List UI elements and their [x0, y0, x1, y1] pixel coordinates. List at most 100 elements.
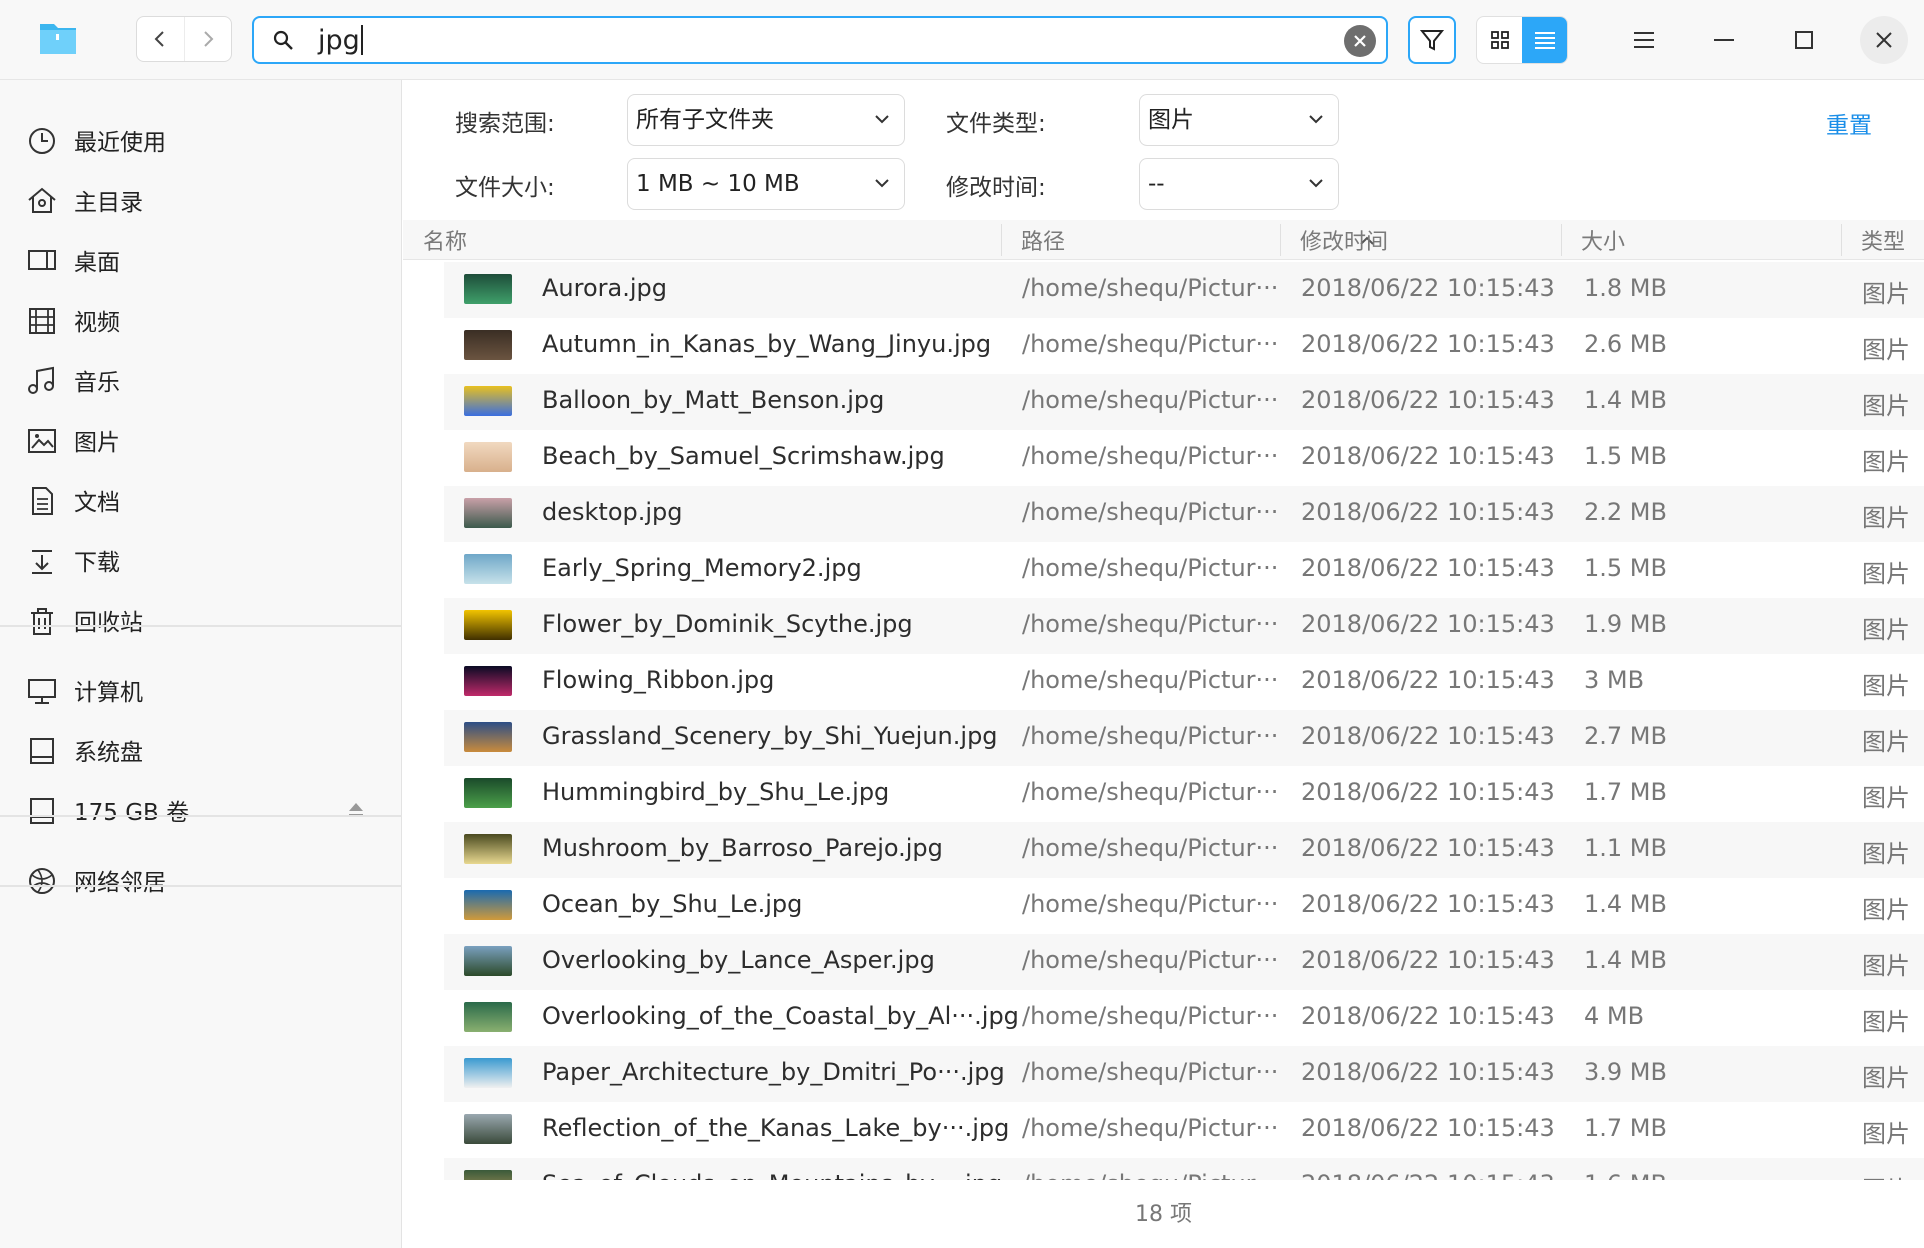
sidebar-item-music[interactable]: 音乐 — [0, 352, 402, 408]
home-icon — [28, 187, 56, 213]
image-thumbnail — [464, 498, 512, 528]
column-header-name[interactable]: 名称 — [423, 224, 467, 256]
minimize-button[interactable] — [1700, 16, 1748, 64]
table-row[interactable]: desktop.jpg/home/shequ/Pictur··· 2018/06/… — [444, 486, 1924, 542]
maximize-button[interactable] — [1780, 16, 1828, 64]
sidebar-item-network[interactable]: 网络邻居 — [0, 852, 402, 908]
network-icon — [29, 868, 55, 894]
column-header-path[interactable]: 路径 — [1021, 224, 1065, 256]
back-button[interactable] — [137, 17, 184, 61]
sidebar-item-computer[interactable]: 计算机 — [0, 662, 402, 718]
table-row[interactable]: Flower_by_Dominik_Scythe.jpg/home/shequ/… — [444, 598, 1924, 654]
table-row[interactable]: Overlooking_by_Lance_Asper.jpg/home/sheq… — [444, 934, 1924, 990]
table-row[interactable]: Ocean_by_Shu_Le.jpg/home/shequ/Pictur···… — [444, 878, 1924, 934]
sidebar-item-label: 下载 — [74, 550, 120, 576]
column-divider[interactable] — [1280, 224, 1281, 256]
sidebar-item-videos[interactable]: 视频 — [0, 292, 402, 348]
chevron-down-icon — [1309, 115, 1323, 124]
search-input[interactable]: jpg — [318, 25, 363, 56]
sidebar-item-label: 音乐 — [74, 370, 120, 396]
table-row[interactable]: Flowing_Ribbon.jpg/home/shequ/Pictur··· 2… — [444, 654, 1924, 710]
table-row[interactable]: Early_Spring_Memory2.jpg/home/shequ/Pict… — [444, 542, 1924, 598]
sidebar-item-home[interactable]: 主目录 — [0, 172, 402, 228]
main-menu-button[interactable] — [1620, 16, 1668, 64]
minimize-icon — [1714, 39, 1734, 41]
table-row[interactable]: Autumn_in_Kanas_by_Wang_Jinyu.jpg/home/s… — [444, 318, 1924, 374]
file-path-cell: /home/shequ/Pictur··· — [1022, 666, 1279, 694]
file-path-cell: /home/shequ/Pictur··· — [1022, 1170, 1278, 1180]
column-header-size[interactable]: 大小 — [1581, 224, 1625, 256]
table-row[interactable]: Sea_of_Clouds_on_Mountains_by···.jpg/hom… — [444, 1158, 1924, 1180]
image-thumbnail — [464, 722, 512, 752]
file-name-cell: Overlooking_by_Lance_Asper.jpg — [542, 946, 935, 974]
file-path-cell: /home/shequ/Pictur··· — [1022, 330, 1279, 358]
table-row[interactable]: Overlooking_of_the_Coastal_by_Al···.jpg /… — [444, 990, 1924, 1046]
search-box[interactable]: jpg — [252, 16, 1388, 64]
column-header-type[interactable]: 类型 — [1861, 224, 1905, 256]
file-path-cell: /home/shequ/Pictur··· — [1022, 834, 1279, 862]
table-row[interactable]: Aurora.jpg/home/shequ/Pictur··· 2018/06/2… — [444, 262, 1924, 318]
document-icon — [32, 487, 53, 515]
modified-time-select[interactable]: -- — [1139, 158, 1339, 210]
computer-icon — [28, 679, 56, 704]
forward-button[interactable] — [183, 17, 232, 61]
column-divider[interactable] — [1841, 224, 1842, 256]
file-path-cell: /home/shequ/Pictur··· — [1022, 1058, 1279, 1086]
sidebar-item-system-disk[interactable]: 系统盘 — [0, 722, 402, 778]
item-count-status: 18 项 — [1135, 1202, 1192, 1227]
table-row[interactable]: Hummingbird_by_Shu_Le.jpg/home/shequ/Pic… — [444, 766, 1924, 822]
file-type-cell: 图片 — [1862, 1170, 1910, 1180]
modified-time-cell: 2018/06/22 10:15:43 — [1301, 330, 1555, 358]
file-type-cell: 图片 — [1862, 280, 1910, 308]
list-view-button[interactable] — [1522, 17, 1567, 63]
sidebar-item-volume[interactable]: 175 GB 卷 — [0, 782, 402, 838]
film-icon — [29, 308, 55, 334]
trash-icon — [31, 608, 53, 635]
file-name-cell: Hummingbird_by_Shu_Le.jpg — [542, 778, 890, 806]
file-path-cell: /home/shequ/Pictur··· — [1022, 610, 1279, 638]
sidebar-item-pictures[interactable]: 图片 — [0, 412, 402, 468]
close-window-button[interactable] — [1860, 16, 1908, 64]
modified-time-cell: 2018/06/22 10:15:43 — [1301, 1058, 1555, 1086]
disk-icon — [30, 738, 54, 764]
disk-icon — [30, 798, 54, 824]
file-manager-logo-icon — [40, 24, 76, 54]
column-header-modified[interactable]: 修改时间 — [1300, 224, 1388, 256]
sidebar-divider — [0, 625, 402, 627]
search-scope-select[interactable]: 所有子文件夹 — [627, 94, 905, 146]
sidebar-item-recent[interactable]: 最近使用 — [0, 112, 402, 168]
eject-icon[interactable] — [346, 800, 366, 820]
file-size-cell: 1.7 MB — [1584, 1114, 1667, 1142]
menu-icon — [1634, 32, 1654, 48]
clear-search-button[interactable] — [1344, 25, 1376, 57]
file-size-select[interactable]: 1 MB ~ 10 MB — [627, 158, 905, 210]
title-bar: jpg — [0, 0, 1924, 80]
file-type-select[interactable]: 图片 — [1139, 94, 1339, 146]
sidebar-item-label: 系统盘 — [74, 740, 143, 766]
file-type-cell: 图片 — [1862, 448, 1910, 476]
sidebar-item-downloads[interactable]: 下载 — [0, 532, 402, 588]
modified-time-cell: 2018/06/22 10:15:43 — [1301, 778, 1555, 806]
file-size-cell: 1.1 MB — [1584, 834, 1667, 862]
file-type-cell: 图片 — [1862, 784, 1910, 812]
file-size-cell: 1.5 MB — [1584, 554, 1667, 582]
reset-filters-link[interactable]: 重置 — [1826, 106, 1872, 140]
list-icon — [1534, 32, 1555, 49]
file-type-cell: 图片 — [1862, 392, 1910, 420]
table-row[interactable]: Reflection_of_the_Kanas_Lake_by···.jpg/h… — [444, 1102, 1924, 1158]
column-divider[interactable] — [1001, 224, 1002, 256]
icon-view-button[interactable] — [1477, 17, 1522, 63]
table-row[interactable]: Balloon_by_Matt_Benson.jpg/home/shequ/Pi… — [444, 374, 1924, 430]
table-row[interactable]: Mushroom_by_Barroso_Parejo.jpg/home/sheq… — [444, 822, 1924, 878]
table-row[interactable]: Paper_Architecture_by_Dmitri_Po···.jpg/h… — [444, 1046, 1924, 1102]
table-row[interactable]: Grassland_Scenery_by_Shi_Yuejun.jpg/home… — [444, 710, 1924, 766]
column-divider[interactable] — [1561, 224, 1562, 256]
sidebar-item-desktop[interactable]: 桌面 — [0, 232, 402, 288]
file-size-cell: 4 MB — [1584, 1002, 1645, 1030]
file-size-cell: 1.8 MB — [1584, 274, 1667, 302]
sidebar-item-trash[interactable]: 回收站 — [0, 592, 402, 648]
sidebar-item-documents[interactable]: 文档 — [0, 472, 402, 528]
advanced-filter-button[interactable] — [1408, 16, 1456, 64]
navigation-buttons — [136, 16, 232, 62]
table-row[interactable]: Beach_by_Samuel_Scrimshaw.jpg/home/shequ… — [444, 430, 1924, 486]
